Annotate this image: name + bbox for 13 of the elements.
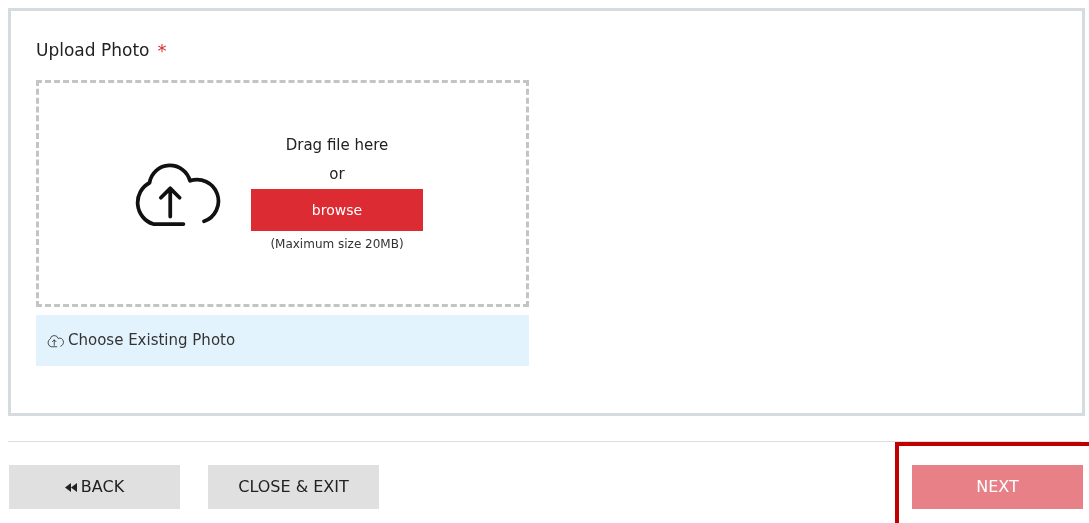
cloud-upload-icon bbox=[46, 333, 64, 348]
existing-photo-bar[interactable]: Choose Existing Photo bbox=[36, 315, 529, 366]
browse-button[interactable]: browse bbox=[251, 189, 423, 231]
drag-text: Drag file here bbox=[285, 135, 389, 156]
field-label: Upload Photo bbox=[36, 38, 150, 62]
or-text: or bbox=[329, 163, 345, 185]
existing-photo-link[interactable]: Choose Existing Photo bbox=[68, 329, 236, 352]
back-button[interactable]: BACK bbox=[9, 465, 180, 509]
required-mark: * bbox=[157, 39, 167, 63]
footer-button[interactable]: CLOSE & EXIT bbox=[208, 465, 379, 509]
rewind-icon bbox=[64, 482, 77, 492]
size-note: (Maximum size 20MB) bbox=[270, 236, 404, 253]
drop-zone[interactable]: Drag file here or browse (Maximum size 20MB) bbox=[36, 80, 529, 307]
